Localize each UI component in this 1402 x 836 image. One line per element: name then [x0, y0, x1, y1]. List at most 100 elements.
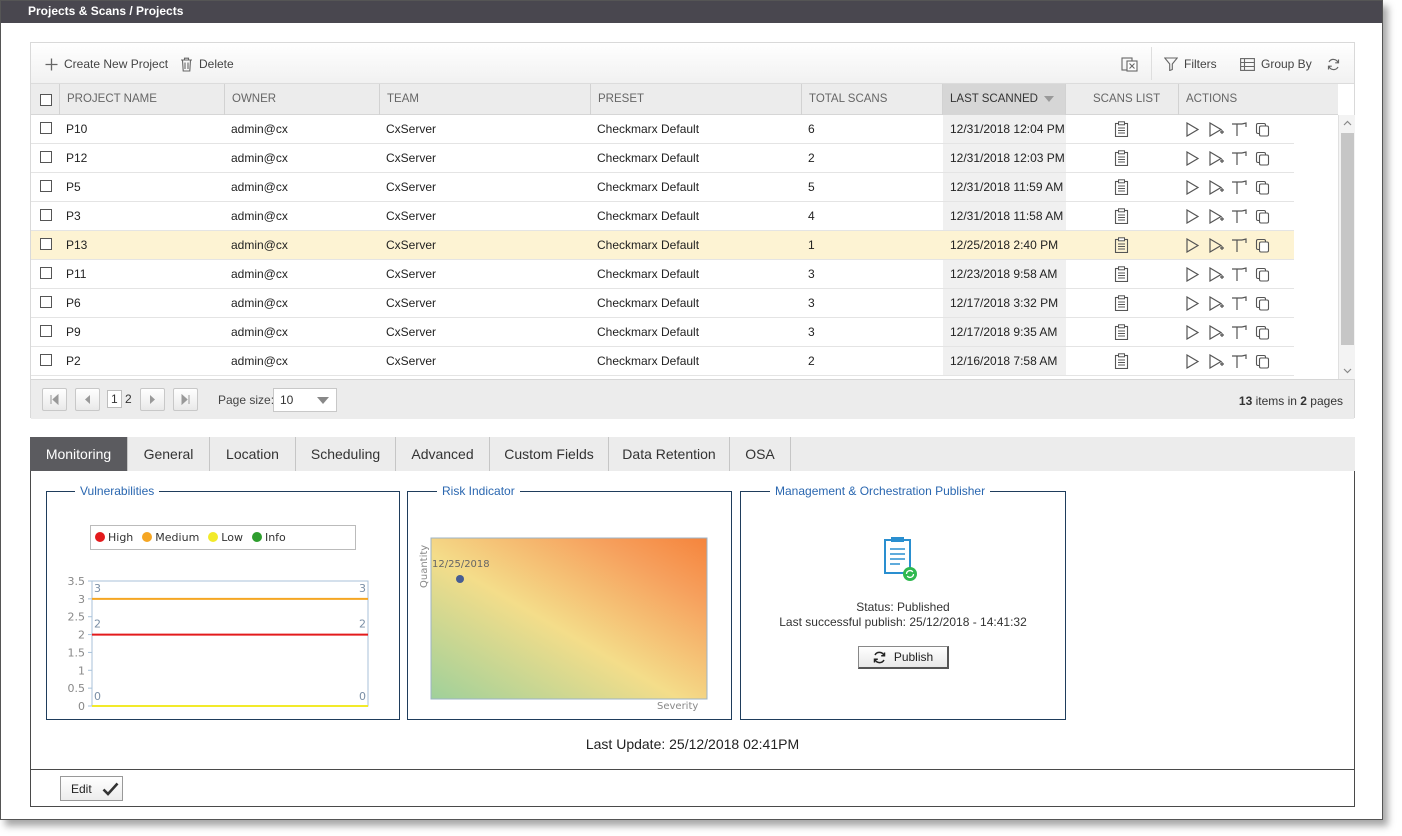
edit-button[interactable]: Edit	[60, 776, 123, 801]
row-checkbox[interactable]	[40, 238, 52, 250]
grid-scrollbar[interactable]	[1338, 115, 1355, 379]
branch-project-icon[interactable]	[1231, 122, 1248, 140]
run-scan-icon[interactable]	[1185, 353, 1200, 372]
scans-list-icon[interactable]	[1114, 266, 1129, 285]
scroll-down-icon[interactable]	[1343, 366, 1352, 375]
prev-page-button[interactable]	[75, 388, 100, 411]
col-project-name[interactable]: PROJECT NAME	[59, 84, 225, 115]
run-scan-icon[interactable]	[1185, 266, 1200, 285]
risk-point[interactable]	[456, 575, 464, 583]
copy-project-icon[interactable]	[1255, 122, 1270, 140]
export-button[interactable]	[1121, 56, 1139, 72]
page-size-select[interactable]: 10	[273, 388, 337, 412]
copy-project-icon[interactable]	[1255, 354, 1270, 372]
scroll-thumb[interactable]	[1341, 133, 1354, 345]
scans-list-icon[interactable]	[1114, 237, 1129, 256]
col-scans-list[interactable]: SCANS LIST	[1065, 84, 1179, 115]
col-preset[interactable]: PRESET	[590, 84, 802, 115]
scans-list-icon[interactable]	[1114, 324, 1129, 343]
page-2[interactable]: 2	[125, 392, 132, 406]
row-checkbox[interactable]	[40, 354, 52, 366]
scroll-up-icon[interactable]	[1343, 119, 1352, 128]
legend-item-info[interactable]: Info	[251, 531, 286, 544]
scans-list-icon[interactable]	[1114, 208, 1129, 227]
scans-list-icon[interactable]	[1114, 121, 1129, 140]
refresh-button[interactable]	[1327, 56, 1340, 72]
branch-project-icon[interactable]	[1231, 296, 1248, 314]
tab-general[interactable]: General	[128, 437, 210, 471]
copy-project-icon[interactable]	[1255, 267, 1270, 285]
select-all-checkbox[interactable]	[40, 94, 52, 106]
first-page-button[interactable]	[42, 388, 67, 411]
col-team[interactable]: TEAM	[379, 84, 591, 115]
copy-project-icon[interactable]	[1255, 238, 1270, 256]
tab-monitoring[interactable]: Monitoring	[30, 437, 128, 471]
copy-project-icon[interactable]	[1255, 296, 1270, 314]
tab-data-retention[interactable]: Data Retention	[609, 437, 730, 471]
tab-location[interactable]: Location	[210, 437, 296, 471]
legend-item-medium[interactable]: Medium	[142, 531, 199, 544]
tab-custom-fields[interactable]: Custom Fields	[490, 437, 609, 471]
scans-list-icon[interactable]	[1114, 295, 1129, 314]
table-row[interactable]: P3 admin@cx CxServer Checkmarx Default 4 12/3…	[31, 202, 1294, 231]
tab-advanced[interactable]: Advanced	[396, 437, 490, 471]
run-incremental-scan-icon[interactable]	[1208, 324, 1225, 343]
row-checkbox[interactable]	[40, 325, 52, 337]
run-scan-icon[interactable]	[1185, 295, 1200, 314]
branch-project-icon[interactable]	[1231, 267, 1248, 285]
scans-list-icon[interactable]	[1114, 150, 1129, 169]
col-last-scanned[interactable]: LAST SCANNED	[942, 84, 1066, 115]
row-checkbox[interactable]	[40, 296, 52, 308]
last-page-button[interactable]	[173, 388, 198, 411]
col-total-scans[interactable]: TOTAL SCANS	[801, 84, 943, 115]
table-row[interactable]: P5 admin@cx CxServer Checkmarx Default 5 12/3…	[31, 173, 1294, 202]
run-scan-icon[interactable]	[1185, 324, 1200, 343]
run-scan-icon[interactable]	[1185, 237, 1200, 256]
run-scan-icon[interactable]	[1185, 179, 1200, 198]
run-incremental-scan-icon[interactable]	[1208, 266, 1225, 285]
next-page-button[interactable]	[140, 388, 165, 411]
legend-item-low[interactable]: Low	[208, 531, 243, 544]
copy-project-icon[interactable]	[1255, 325, 1270, 343]
row-checkbox[interactable]	[40, 122, 52, 134]
tab-scheduling[interactable]: Scheduling	[296, 437, 396, 471]
branch-project-icon[interactable]	[1231, 238, 1248, 256]
delete-button[interactable]: Delete	[180, 56, 234, 72]
row-checkbox[interactable]	[40, 267, 52, 279]
filters-button[interactable]: Filters	[1164, 56, 1217, 72]
legend-item-high[interactable]: High	[95, 531, 133, 544]
table-row[interactable]: P11 admin@cx CxServer Checkmarx Default 3 12/…	[31, 260, 1294, 289]
run-incremental-scan-icon[interactable]	[1208, 150, 1225, 169]
run-incremental-scan-icon[interactable]	[1208, 208, 1225, 227]
col-owner[interactable]: OWNER	[224, 84, 380, 115]
copy-project-icon[interactable]	[1255, 209, 1270, 227]
table-row[interactable]: P10 admin@cx CxServer Checkmarx Default 6 12/…	[31, 115, 1294, 144]
run-scan-icon[interactable]	[1185, 150, 1200, 169]
tab-osa[interactable]: OSA	[730, 437, 791, 471]
run-scan-icon[interactable]	[1185, 121, 1200, 140]
copy-project-icon[interactable]	[1255, 151, 1270, 169]
table-row[interactable]: P12 admin@cx CxServer Checkmarx Default 2 12/…	[31, 144, 1294, 173]
run-incremental-scan-icon[interactable]	[1208, 353, 1225, 372]
branch-project-icon[interactable]	[1231, 354, 1248, 372]
run-incremental-scan-icon[interactable]	[1208, 121, 1225, 140]
branch-project-icon[interactable]	[1231, 209, 1248, 227]
row-checkbox[interactable]	[40, 151, 52, 163]
branch-project-icon[interactable]	[1231, 180, 1248, 198]
copy-project-icon[interactable]	[1255, 180, 1270, 198]
table-row[interactable]: P2 admin@cx CxServer Checkmarx Default 2 12/1…	[31, 347, 1294, 376]
page-1[interactable]: 1	[107, 390, 122, 408]
table-row[interactable]: P13 admin@cx CxServer Checkmarx Default 1 12/…	[31, 231, 1294, 260]
create-project-button[interactable]: Create New Project	[45, 56, 168, 72]
branch-project-icon[interactable]	[1231, 151, 1248, 169]
table-row[interactable]: P9 admin@cx CxServer Checkmarx Default 3 12/1…	[31, 318, 1294, 347]
scans-list-icon[interactable]	[1114, 353, 1129, 372]
branch-project-icon[interactable]	[1231, 325, 1248, 343]
run-incremental-scan-icon[interactable]	[1208, 237, 1225, 256]
run-incremental-scan-icon[interactable]	[1208, 295, 1225, 314]
group-by-button[interactable]: Group By	[1240, 56, 1312, 72]
table-row[interactable]: P6 admin@cx CxServer Checkmarx Default 3 12/1…	[31, 289, 1294, 318]
row-checkbox[interactable]	[40, 209, 52, 221]
row-checkbox[interactable]	[40, 180, 52, 192]
run-incremental-scan-icon[interactable]	[1208, 179, 1225, 198]
